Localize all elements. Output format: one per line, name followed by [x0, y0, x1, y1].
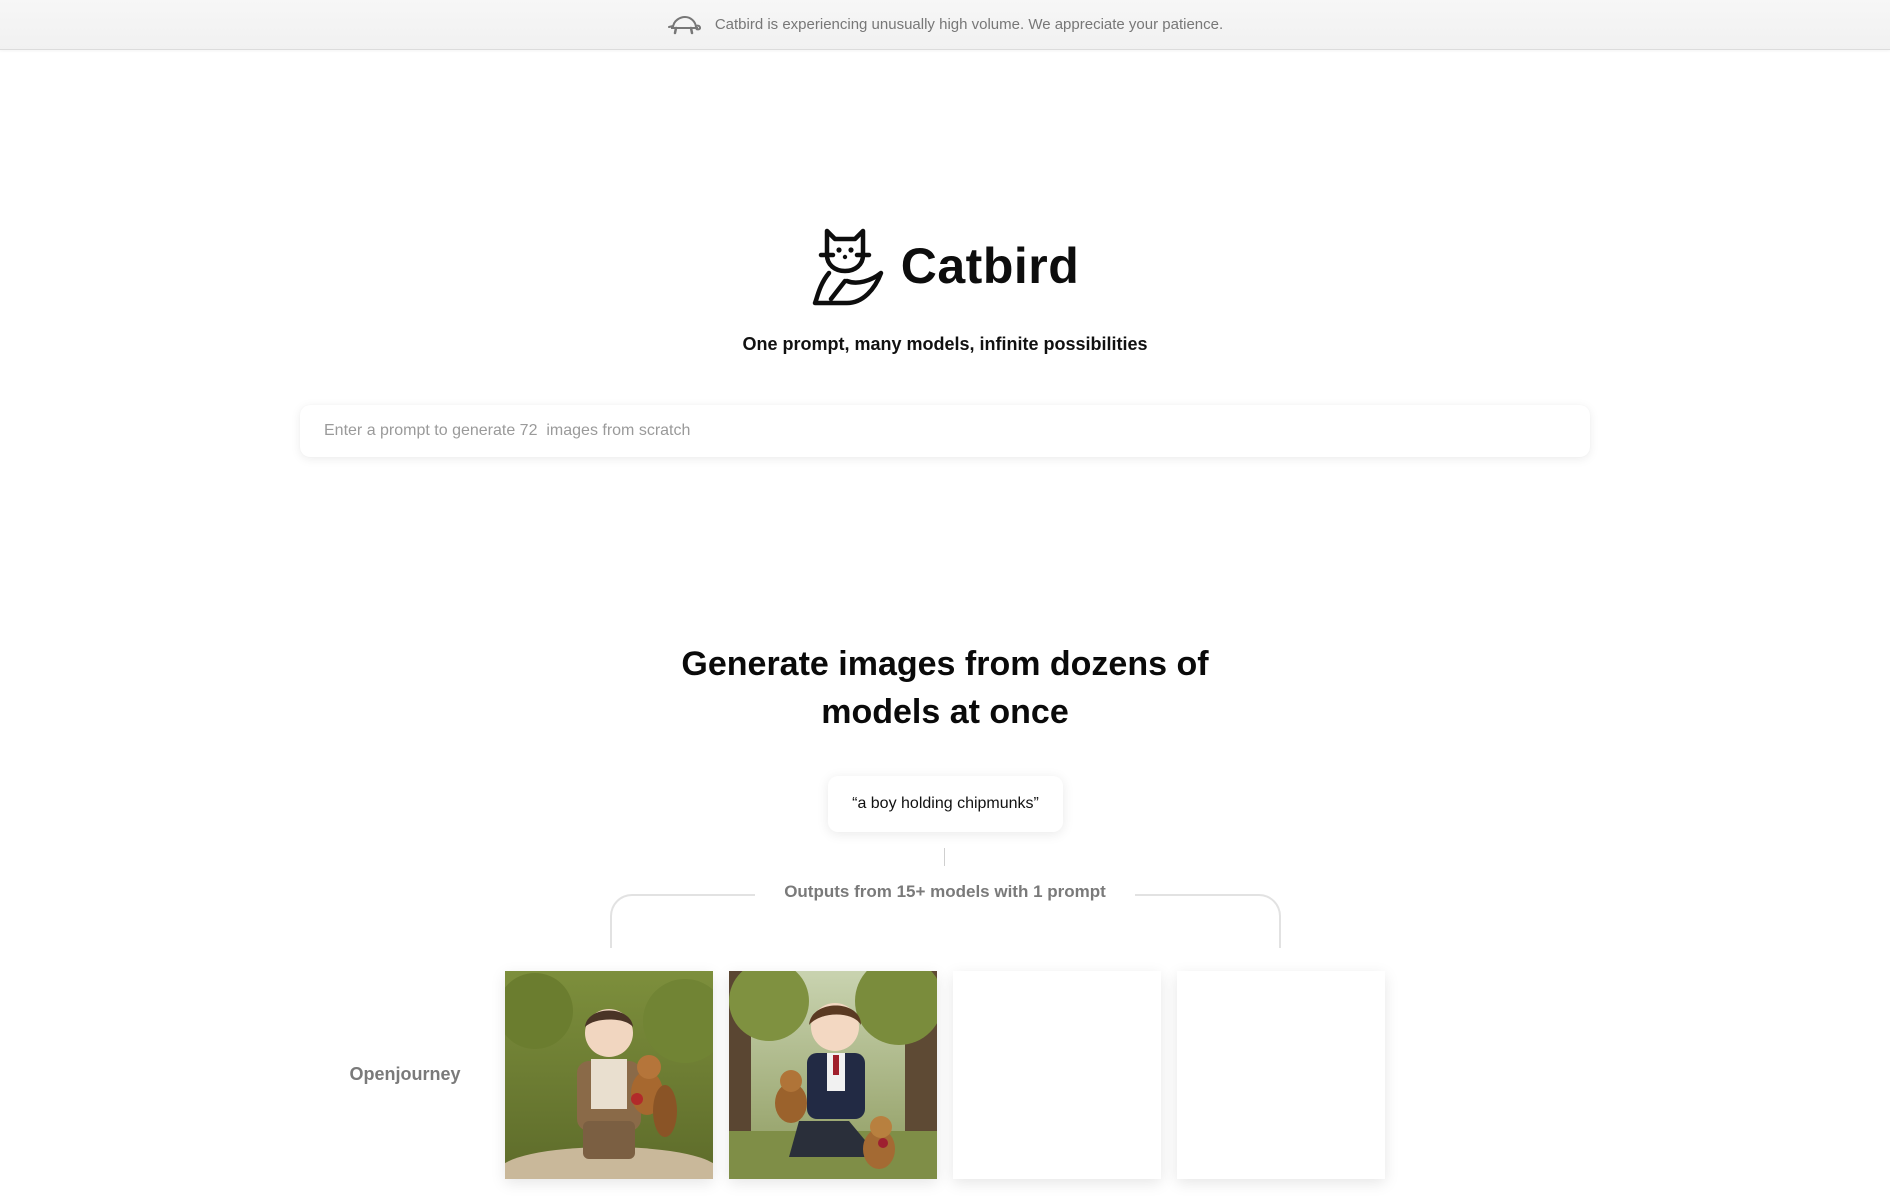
output-image: [505, 971, 713, 1179]
model-label-openjourney: Openjourney: [349, 1064, 461, 1084]
output-image: [729, 971, 937, 1179]
example-prompt-chip: “a boy holding chipmunks”: [828, 776, 1063, 832]
output-image-card[interactable]: [505, 971, 713, 1179]
output-image-card[interactable]: [729, 971, 937, 1179]
prompt-input[interactable]: [300, 405, 1590, 457]
outputs-label: Outputs from 15+ models with 1 prompt: [755, 882, 1135, 906]
brand-logo[interactable]: Catbird: [0, 225, 1890, 307]
brand-name: Catbird: [900, 238, 1080, 294]
section-title-line2: models at once: [821, 693, 1069, 731]
section-title: Generate images from dozens of models at…: [0, 640, 1890, 736]
turtle-icon: [667, 15, 701, 34]
section-title-line1: Generate images from dozens of: [681, 645, 1209, 683]
output-image-placeholder: [953, 971, 1161, 1179]
output-image-placeholder: [1177, 971, 1385, 1179]
tagline: One prompt, many models, infinite possib…: [742, 334, 1148, 354]
connector-line: [944, 848, 945, 866]
banner-text: Catbird is experiencing unusually high v…: [714, 16, 1224, 33]
cat-bird-logo-icon: [812, 228, 883, 306]
status-banner: Catbird is experiencing unusually high v…: [0, 0, 1890, 50]
